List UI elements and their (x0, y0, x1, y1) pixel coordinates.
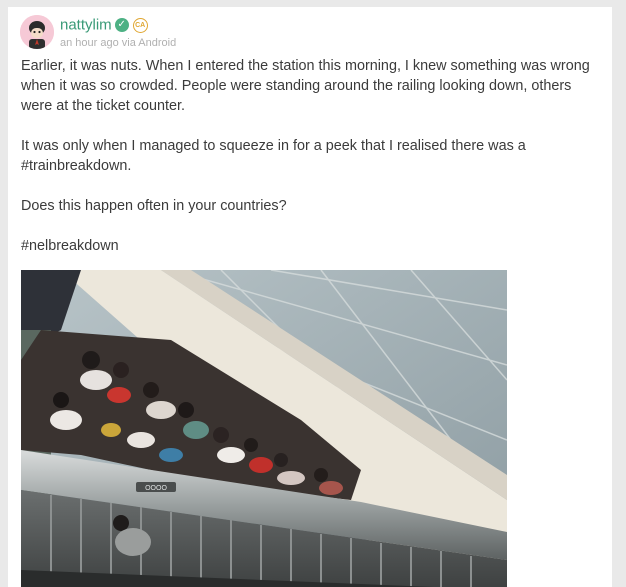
verified-check-icon: ✓ (114, 18, 129, 33)
escalator-crowd-photo: OOOO (21, 270, 507, 587)
svg-text:OOOO: OOOO (145, 485, 167, 492)
post-paragraph: Earlier, it was nuts. When I entered the… (21, 58, 590, 114)
post-photo[interactable]: OOOO (21, 270, 507, 587)
avatar[interactable] (20, 15, 54, 49)
author-line: nattylim ✓ CA (60, 16, 148, 34)
post-body: Earlier, it was nuts. When I entered the… (21, 56, 606, 276)
post-card: nattylim ✓ CA an hour ago via Android Earl… (8, 7, 612, 587)
circle-badge-icon: CA (132, 17, 148, 33)
post-timestamp[interactable]: an hour ago via Android (60, 37, 176, 49)
username-link[interactable]: nattylim (60, 17, 112, 34)
avatar-illustration (20, 15, 54, 49)
hashtag-link[interactable]: #nelbreakdown (21, 236, 606, 256)
post-paragraph: Does this happen often in your countries… (21, 198, 287, 214)
post-paragraph: It was only when I managed to squeeze in… (21, 138, 526, 174)
